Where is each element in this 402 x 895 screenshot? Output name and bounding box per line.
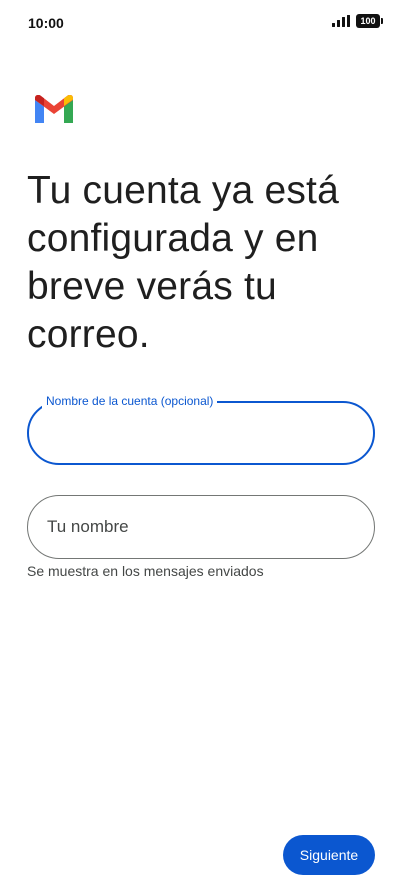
status-bar: 10:00 100: [0, 0, 402, 46]
account-name-input[interactable]: [45, 415, 357, 451]
your-name-field[interactable]: [27, 495, 375, 559]
page-title: Tu cuenta ya está configurada y en breve…: [27, 169, 339, 356]
gmail-logo-icon: [35, 95, 73, 123]
your-name-helper-text: Se muestra en los mensajes enviados: [27, 563, 264, 579]
your-name-input[interactable]: [45, 508, 358, 546]
signal-icon: [332, 15, 350, 27]
battery-icon: 100: [356, 14, 383, 28]
next-button[interactable]: Siguiente: [283, 835, 375, 875]
status-time: 10:00: [28, 15, 64, 31]
status-icons: 100: [332, 14, 383, 28]
account-name-label: Nombre de la cuenta (opcional): [42, 393, 218, 409]
account-name-field[interactable]: Nombre de la cuenta (opcional): [27, 393, 375, 465]
